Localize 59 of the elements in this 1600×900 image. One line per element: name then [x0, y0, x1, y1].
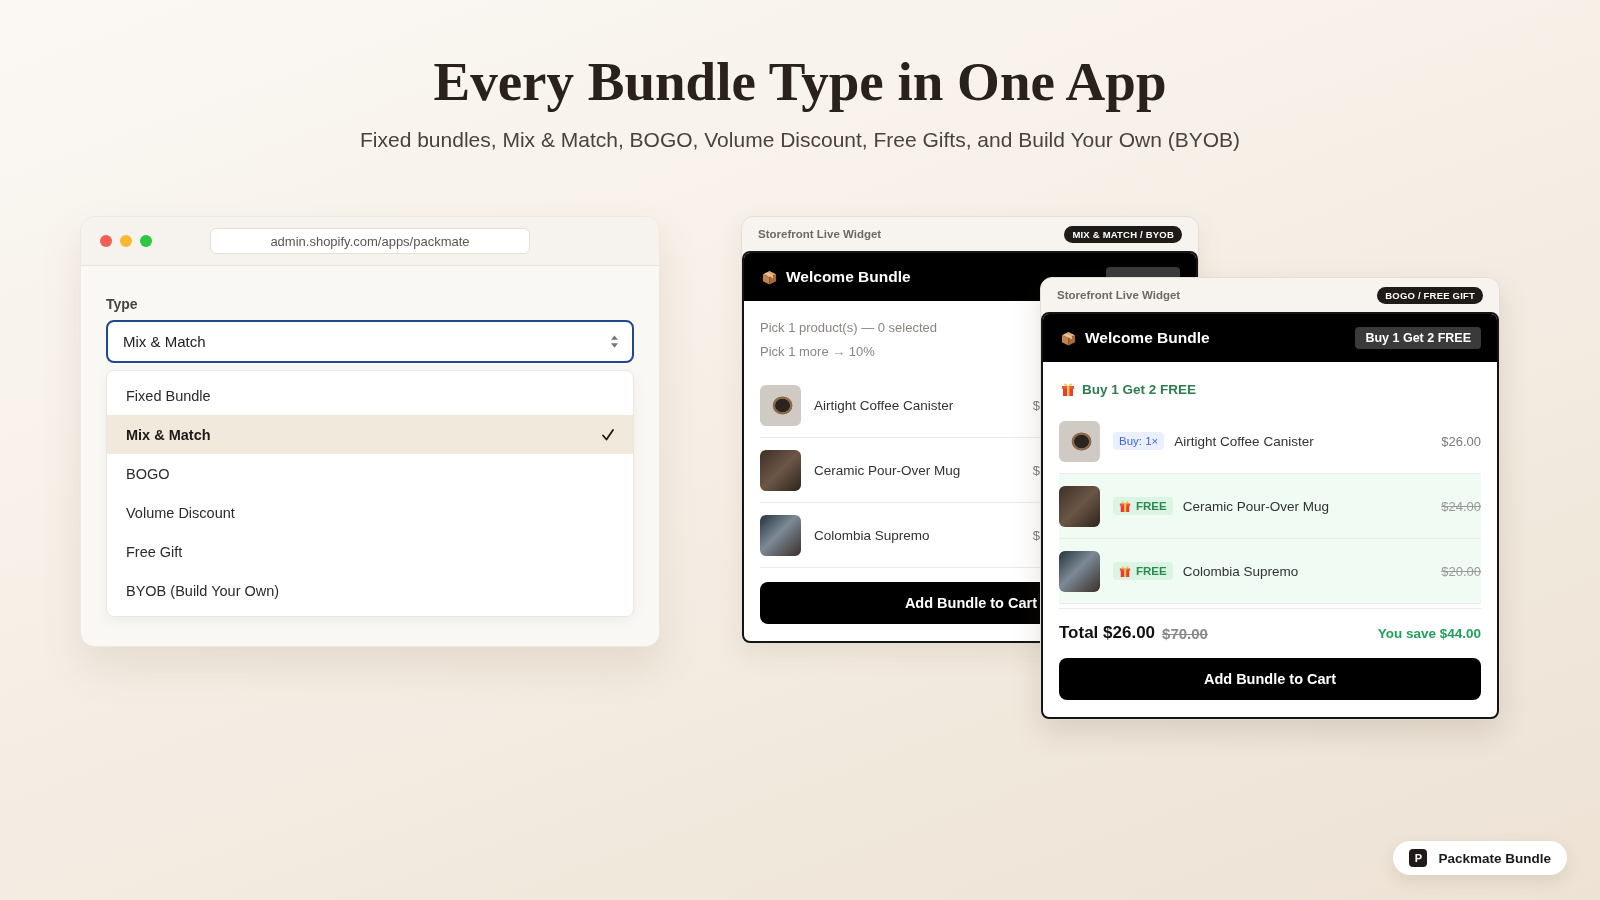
- product-photo: [1059, 485, 1100, 527]
- pick-instruction: Pick 1 more → 10%: [760, 343, 876, 361]
- brand-name: Packmate Bundle: [1438, 850, 1551, 866]
- gift-icon: [1119, 565, 1131, 577]
- product-price: $26.00: [1441, 433, 1481, 449]
- product-name: Ceramic Pour-Over Mug: [1182, 498, 1330, 514]
- widget-caption: Storefront Live Widget: [758, 228, 882, 240]
- product-photo: [760, 449, 801, 491]
- savings-text: You save $44.00: [1377, 625, 1481, 641]
- dropdown-option[interactable]: BYOB (Build Your Own): [107, 571, 633, 610]
- box-icon: [1061, 330, 1076, 346]
- dropdown-option[interactable]: Fixed Bundle: [107, 376, 633, 415]
- widget-caption: Storefront Live Widget: [1057, 289, 1181, 301]
- product-photo: [1059, 420, 1100, 462]
- gift-icon: [1061, 382, 1075, 396]
- product-price: $20.00: [1441, 563, 1481, 579]
- box-icon: [762, 269, 777, 285]
- total-price: Total $26.00: [1059, 623, 1156, 643]
- dropdown-option[interactable]: BOGO: [107, 454, 633, 493]
- badge-label: FREE: [1136, 565, 1167, 577]
- add-to-cart-button[interactable]: Add Bundle to Cart: [760, 582, 1040, 624]
- add-to-cart-button[interactable]: Add Bundle to Cart: [1059, 658, 1481, 700]
- up-down-arrows-icon: [611, 335, 618, 348]
- widget-type-badge: BOGO / FREE GIFT: [1377, 286, 1483, 304]
- original-price: $70.00: [1162, 624, 1208, 642]
- dropdown-option[interactable]: Free Gift: [107, 532, 633, 571]
- window-minimize-button[interactable]: [120, 235, 132, 247]
- product-photo: [760, 384, 801, 426]
- dropdown-option[interactable]: Mix & Match: [107, 415, 633, 454]
- page-subtitle: Fixed bundles, Mix & Match, BOGO, Volume Discount, Free Gifts, and Build Your Own (BYOB): [359, 127, 1241, 153]
- widget-type-badge: MIX & MATCH / BYOB: [1064, 225, 1182, 243]
- product-name: Colombia Supremo: [1182, 563, 1300, 579]
- badge-label: FREE: [1136, 500, 1167, 512]
- product-price: $: [1032, 527, 1040, 543]
- product-photo: [1059, 550, 1100, 592]
- product-price: $: [1032, 462, 1040, 478]
- address-bar[interactable]: admin.shopify.com/apps/packmate: [210, 228, 530, 254]
- dropdown-option[interactable]: Volume Discount: [107, 493, 633, 532]
- gift-icon: [1119, 500, 1131, 512]
- window-maximize-button[interactable]: [140, 235, 152, 247]
- pick-instruction: Pick 1 product(s) — 0 selected: [760, 319, 939, 337]
- app-logo: P: [1409, 849, 1428, 867]
- product-photo: [760, 514, 801, 556]
- product-price: $24.00: [1441, 498, 1481, 514]
- offer-text: Buy 1 Get 2 FREE: [1082, 381, 1197, 397]
- product-price: $: [1032, 397, 1040, 413]
- product-name: Airtight Coffee Canister: [1174, 433, 1315, 449]
- product-name: Airtight Coffee Canister: [814, 397, 955, 413]
- check-icon: [602, 428, 614, 441]
- product-name: Colombia Supremo: [814, 527, 931, 543]
- page-title: Every Bundle Type in One App: [432, 50, 1168, 114]
- window-close-button[interactable]: [100, 235, 112, 247]
- field-label: Type: [106, 295, 139, 314]
- bundle-title: Welcome Bundle: [1085, 329, 1211, 347]
- discount-badge: Buy 1 Get 2 FREE: [1355, 327, 1481, 349]
- quantity-badge: Buy: 1×: [1113, 432, 1165, 450]
- product-name: Ceramic Pour-Over Mug: [814, 462, 962, 478]
- bundle-title: Welcome Bundle: [786, 268, 912, 286]
- type-select[interactable]: Mix & Match: [106, 320, 634, 363]
